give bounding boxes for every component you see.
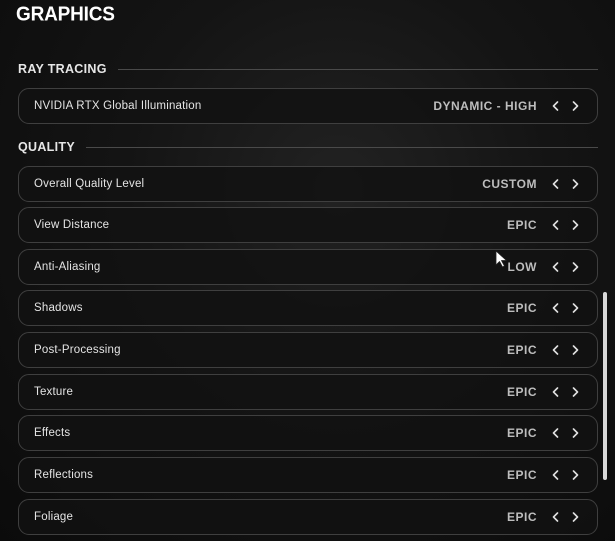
scrollbar-thumb[interactable] [603, 292, 607, 480]
section-label: QUALITY [18, 140, 75, 154]
setting-row-texture[interactable]: Texture EPIC [18, 374, 598, 410]
setting-value: DYNAMIC - HIGH [433, 99, 537, 113]
setting-row-post-processing[interactable]: Post-Processing EPIC [18, 332, 598, 368]
page-title: GRAPHICS [16, 3, 115, 26]
chevron-right-icon[interactable] [567, 300, 583, 316]
setting-row-overall-quality-level[interactable]: Overall Quality Level CUSTOM [18, 166, 598, 202]
setting-row-rtx-global-illumination[interactable]: NVIDIA RTX Global Illumination DYNAMIC -… [18, 88, 598, 124]
setting-value: EPIC [506, 385, 537, 399]
setting-row-anti-aliasing[interactable]: Anti-Aliasing LOW [18, 249, 598, 285]
chevron-right-icon[interactable] [567, 176, 583, 192]
section-divider [117, 68, 598, 70]
setting-row-shadows[interactable]: Shadows EPIC [18, 290, 598, 326]
chevron-left-icon[interactable] [547, 425, 563, 441]
setting-name: NVIDIA RTX Global Illumination [34, 100, 202, 112]
chevron-left-icon[interactable] [547, 384, 563, 400]
setting-value: CUSTOM [482, 177, 537, 191]
setting-row-view-distance[interactable]: View Distance EPIC [18, 207, 598, 243]
setting-name: Foliage [34, 511, 74, 523]
mouse-pointer-icon [495, 250, 509, 268]
chevron-left-icon[interactable] [547, 98, 563, 114]
setting-value: EPIC [506, 218, 537, 232]
setting-name: Texture [34, 386, 74, 398]
chevron-right-icon[interactable] [567, 259, 583, 275]
setting-value: EPIC [506, 468, 537, 482]
chevron-left-icon[interactable] [547, 342, 563, 358]
section-divider [85, 146, 598, 148]
setting-value: LOW [507, 260, 537, 274]
chevron-left-icon[interactable] [547, 300, 563, 316]
setting-name: View Distance [34, 219, 110, 231]
setting-name: Overall Quality Level [34, 178, 145, 190]
chevron-right-icon[interactable] [567, 509, 583, 525]
chevron-left-icon[interactable] [547, 467, 563, 483]
section-header-quality: QUALITY [18, 139, 598, 155]
setting-row-effects[interactable]: Effects EPIC [18, 415, 598, 451]
setting-row-foliage[interactable]: Foliage EPIC [18, 499, 598, 535]
setting-name: Anti-Aliasing [34, 261, 101, 273]
chevron-right-icon[interactable] [567, 217, 583, 233]
chevron-left-icon[interactable] [547, 509, 563, 525]
setting-name: Effects [34, 427, 71, 439]
setting-value: EPIC [506, 510, 537, 524]
section-header-ray-tracing: RAY TRACING [18, 61, 598, 77]
chevron-right-icon[interactable] [567, 425, 583, 441]
section-label: RAY TRACING [18, 62, 107, 76]
chevron-left-icon[interactable] [547, 217, 563, 233]
setting-value: EPIC [506, 301, 537, 315]
chevron-right-icon[interactable] [567, 467, 583, 483]
setting-name: Post-Processing [34, 344, 121, 356]
chevron-right-icon[interactable] [567, 384, 583, 400]
setting-row-reflections[interactable]: Reflections EPIC [18, 457, 598, 493]
chevron-left-icon[interactable] [547, 259, 563, 275]
chevron-right-icon[interactable] [567, 98, 583, 114]
chevron-right-icon[interactable] [567, 342, 583, 358]
setting-value: EPIC [506, 426, 537, 440]
setting-name: Shadows [34, 302, 83, 314]
setting-name: Reflections [34, 469, 94, 481]
setting-value: EPIC [506, 343, 537, 357]
chevron-left-icon[interactable] [547, 176, 563, 192]
